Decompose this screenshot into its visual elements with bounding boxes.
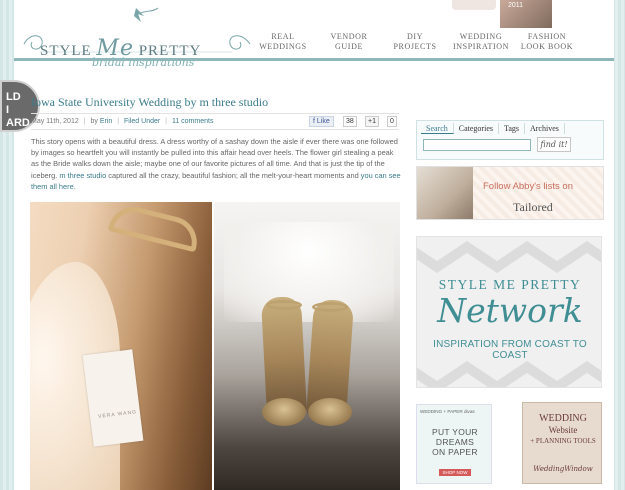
post-body: This story opens with a beautiful dress.…: [31, 136, 403, 192]
shoe-toe-right: [308, 398, 352, 426]
tab-categories[interactable]: Categories: [454, 123, 499, 134]
nav-label-line2: WEDDINGS: [259, 42, 307, 51]
dress-tag: VERA WANG: [82, 349, 144, 447]
header-divider: [14, 58, 614, 61]
filed-under-link[interactable]: Filed Under: [124, 118, 160, 125]
nav-diy-projects[interactable]: DIY PROJECTS: [382, 32, 448, 52]
meta-separator: |: [83, 118, 86, 125]
google-plus-count: 0: [387, 116, 397, 127]
wp-line3: ON PAPER: [432, 447, 478, 457]
nav-fashion-look-book[interactable]: FASHION LOOK BOOK: [514, 32, 580, 52]
tulle-shape: [224, 222, 394, 322]
photo-shoes[interactable]: [214, 202, 400, 490]
wedding-window-ad[interactable]: WEDDING Website + PLANNING TOOLS Wedding…: [522, 402, 602, 484]
tailored-cta: Follow Abby's lists on: [483, 181, 573, 192]
tab-archives[interactable]: Archives: [525, 123, 565, 134]
search-widget: Search Categories Tags Archives find it!: [416, 120, 604, 160]
shop-now-button[interactable]: SHOP NOW: [439, 469, 471, 476]
header-ad-small[interactable]: [452, 0, 496, 10]
tailored-photo: [417, 167, 473, 219]
site-header: 2011 STYLE Me PRETTY bridal inspirations…: [14, 0, 614, 69]
nav-label-line1: REAL: [271, 32, 295, 41]
network-tagline: INSPIRATION FROM COAST TO COAST: [433, 339, 587, 361]
wp-line1: PUT YOUR: [431, 427, 478, 437]
tailored-brand: Tailored: [513, 200, 553, 214]
post-date: May 11th, 2012: [31, 118, 79, 125]
site-logo[interactable]: STYLE Me PRETTY bridal inspirations: [20, 4, 252, 69]
post-meta: May 11th, 2012 | by Erin | Filed Under |…: [31, 113, 399, 130]
wp-brand: WEDDING + PAPER divas: [420, 409, 475, 414]
ww-logo: WeddingWindow: [533, 465, 593, 473]
tailored-ad[interactable]: Follow Abby's lists on Tailored: [416, 166, 604, 220]
header-ad[interactable]: 2011: [500, 0, 552, 28]
google-plus-button[interactable]: +1: [365, 116, 379, 127]
shoe-strap-left: [266, 300, 302, 310]
nav-label-line2: GUIDE: [335, 42, 363, 51]
nav-label-line2: LOOK BOOK: [520, 42, 574, 51]
dress-tag-text: VERA WANG: [97, 409, 138, 420]
search-tabs: Search Categories Tags Archives: [421, 123, 565, 134]
nav-label-line1: WEDDING: [459, 32, 503, 41]
wedding-paper-ad[interactable]: WEDDING + PAPER divas PUT YOUR DREAMS ON…: [416, 404, 492, 484]
ww-line1: WEDDING: [539, 413, 587, 424]
post-title[interactable]: Iowa State University Wedding by m three…: [31, 95, 268, 110]
meta-separator: |: [117, 118, 120, 125]
like-label: Like: [316, 118, 330, 125]
shoe-strap-right: [312, 302, 348, 312]
meta-separator: |: [165, 118, 167, 125]
wp-line2: DREAMS: [435, 437, 475, 447]
ww-line2: Website: [548, 425, 578, 435]
logo-style: STYLE: [40, 43, 92, 59]
tab-tags[interactable]: Tags: [499, 123, 525, 134]
search-input[interactable]: [423, 139, 531, 151]
nav-real-weddings[interactable]: REAL WEDDINGS: [250, 32, 316, 52]
post-author-link[interactable]: Erin: [100, 118, 112, 125]
wp-headline: PUT YOUR DREAMS ON PAPER: [417, 427, 493, 457]
post-body-end: .: [73, 181, 76, 191]
nav-label-line2: INSPIRATION: [453, 42, 509, 51]
find-button[interactable]: find it!: [537, 137, 571, 152]
nav-vendor-guide[interactable]: VENDOR GUIDE: [316, 32, 382, 52]
nav-wedding-inspiration[interactable]: WEDDING INSPIRATION: [448, 32, 514, 52]
tab-search[interactable]: Search: [421, 123, 454, 134]
photo-dress-hanger[interactable]: VERA WANG: [30, 202, 212, 490]
facebook-like-button[interactable]: f Like: [309, 116, 334, 127]
nav-label-line2: PROJECTS: [393, 42, 437, 51]
header-ad-year: 2011: [508, 2, 524, 9]
post-body-text: captured all the crazy, beautiful fashio…: [108, 170, 359, 180]
page-container: 2011 STYLE Me PRETTY bridal inspirations…: [0, 0, 614, 490]
post-by-prefix: by: [90, 118, 98, 125]
network-script: Network: [437, 291, 583, 330]
shoe-toe-left: [262, 398, 306, 426]
network-ad[interactable]: STYLE ME PRETTY Network INSPIRATION FROM…: [416, 236, 602, 388]
nav-label-line1: FASHION: [527, 32, 567, 41]
like-count: 38: [343, 116, 357, 127]
photographer-link[interactable]: m three studio: [59, 171, 106, 180]
nav-label-line1: VENDOR: [330, 32, 368, 41]
facebook-icon: f: [313, 118, 315, 125]
hanger-shape: [107, 202, 203, 253]
ww-line3: + PLANNING TOOLS: [530, 437, 596, 445]
main-nav: REAL WEDDINGS VENDOR GUIDE DIY PROJECTS …: [250, 32, 580, 52]
comments-link[interactable]: 11 comments: [172, 118, 214, 125]
nav-label-line1: DIY: [406, 32, 424, 41]
